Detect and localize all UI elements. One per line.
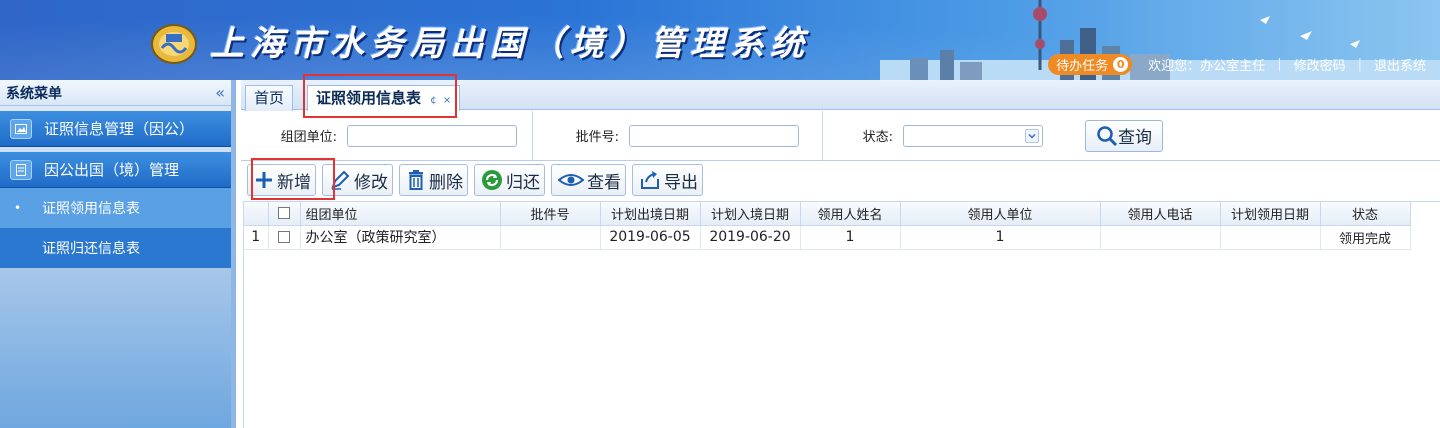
col-batch[interactable]: 批件号 (500, 202, 601, 226)
table-row[interactable]: 1 办公室（政策研究室） 2019-06-05 2019-06-20 1 1 领… (244, 225, 1411, 250)
image-icon (10, 118, 32, 139)
sidebar-item-passport-return[interactable]: 证照归还信息表 (0, 228, 231, 268)
search-button[interactable]: 查询 (1085, 119, 1163, 152)
pencil-icon (331, 170, 350, 190)
logout-link[interactable]: 退出系统 (1374, 55, 1426, 74)
cell-user-name: 1 (800, 225, 901, 250)
menu-group-label: 因公出国（境）管理 (44, 161, 180, 179)
cell-status: 领用完成 (1320, 225, 1411, 250)
sidebar-menu: 系统菜单 « 证照信息管理（因公） 因公出国（境）管理 • 证照领用信息表 证照… (0, 80, 236, 428)
tab-home[interactable]: 首页 (245, 85, 294, 111)
main-content: 首页 证照领用信息表 ¢ × 组团单位: 批件号: 状态: 查询 新增 修改 删… (241, 74, 1440, 428)
header-banner: 上海市水务局出国（境）管理系统 待办任务 0 欢迎您：办公室主任 | 修改密码 … (0, 0, 1440, 80)
menu-group-label: 证照信息管理（因公） (44, 120, 195, 138)
view-label: 查看 (587, 172, 621, 193)
data-grid: 组团单位 批件号 计划出境日期 计划入境日期 领用人姓名 领用人单位 领用人电话… (243, 201, 1440, 428)
sidebar-item-label: 证照领用信息表 (42, 201, 140, 217)
toolbar: 新增 修改 删除 归还 查看 导出 (241, 162, 1440, 198)
refresh-icon[interactable]: ¢ (430, 95, 436, 106)
passport-usage-table: 组团单位 批件号 计划出境日期 计划入境日期 领用人姓名 领用人单位 领用人电话… (244, 202, 1411, 250)
export-label: 导出 (664, 172, 698, 193)
welcome-text: 欢迎您：办公室主任 (1148, 58, 1266, 74)
cell-batch (500, 225, 601, 250)
row-checkbox[interactable] (278, 231, 290, 243)
status-filter: 状态: (823, 111, 1043, 161)
top-user-bar: 待办任务 0 欢迎您：办公室主任 | 修改密码 | 退出系统 (1048, 53, 1426, 75)
batch-label: 批件号: (575, 130, 619, 145)
cell-plan-date (1220, 225, 1321, 250)
col-unit[interactable]: 组团单位 (300, 202, 501, 226)
pending-tasks-button[interactable]: 待办任务 0 (1048, 53, 1133, 75)
sidebar-item-passport-usage[interactable]: • 证照领用信息表 (0, 188, 231, 228)
row-checkbox-cell (268, 225, 301, 250)
status-select[interactable] (903, 124, 1043, 147)
cell-exit-date: 2019-06-05 (600, 225, 701, 250)
export-button[interactable]: 导出 (632, 164, 703, 196)
row-number-header (244, 202, 269, 226)
trash-icon (409, 170, 423, 190)
add-label: 新增 (277, 172, 311, 193)
tab-passport-usage[interactable]: 证照领用信息表 ¢ × (307, 85, 461, 111)
col-user-phone[interactable]: 领用人电话 (1100, 202, 1221, 226)
table-header-row: 组团单位 批件号 计划出境日期 计划入境日期 领用人姓名 领用人单位 领用人电话… (244, 202, 1411, 226)
unit-input[interactable] (347, 124, 517, 147)
separator: | (1357, 56, 1362, 72)
cell-user-org: 1 (900, 225, 1101, 250)
unit-filter: 组团单位: (241, 110, 533, 161)
select-all-checkbox-cell (268, 202, 301, 226)
batch-input[interactable] (629, 124, 799, 147)
delete-button[interactable]: 删除 (399, 164, 468, 196)
search-form: 组团单位: 批件号: 状态: 查询 (241, 110, 1440, 161)
return-button[interactable]: 归还 (474, 164, 545, 196)
col-user-org[interactable]: 领用人单位 (900, 202, 1101, 226)
return-label: 归还 (506, 172, 540, 193)
tab-label: 证照领用信息表 (316, 89, 422, 107)
col-status[interactable]: 状态 (1320, 202, 1411, 226)
tab-label: 首页 (254, 89, 285, 107)
menu-group-passport-info[interactable]: 证照信息管理（因公） (0, 111, 231, 147)
col-entry-date[interactable]: 计划入境日期 (700, 202, 801, 226)
unit-label: 组团单位: (280, 130, 337, 145)
row-number: 1 (244, 225, 269, 250)
cell-user-phone (1100, 225, 1221, 250)
pending-tasks-label: 待办任务 (1056, 58, 1109, 74)
cell-unit: 办公室（政策研究室） (300, 225, 501, 250)
cell-entry-date: 2019-06-20 (700, 225, 801, 250)
chevron-down-icon (1025, 128, 1039, 143)
sync-arrows-icon (482, 170, 502, 190)
add-button[interactable]: 新增 (247, 164, 316, 196)
edit-button[interactable]: 修改 (322, 164, 393, 196)
status-label: 状态: (862, 130, 893, 145)
sidebar-title: 系统菜单 (6, 85, 62, 102)
col-exit-date[interactable]: 计划出境日期 (600, 202, 701, 226)
view-button[interactable]: 查看 (551, 164, 626, 196)
sidebar-header: 系统菜单 « (0, 80, 231, 106)
export-icon (641, 171, 659, 189)
close-tab-icon[interactable]: × (443, 95, 451, 106)
plus-icon (256, 172, 272, 188)
menu-group-public-travel[interactable]: 因公出国（境）管理 (0, 152, 231, 188)
select-all-checkbox[interactable] (278, 207, 290, 220)
col-plan-date[interactable]: 计划领用日期 (1220, 202, 1321, 226)
system-title: 上海市水务局出国（境）管理系统 (210, 24, 810, 64)
edit-label: 修改 (354, 172, 388, 193)
col-user-name[interactable]: 领用人姓名 (800, 202, 901, 226)
batch-filter: 批件号: (533, 110, 823, 161)
delete-label: 删除 (429, 172, 463, 193)
search-button-label: 查询 (1118, 128, 1152, 148)
water-bureau-logo-icon (151, 24, 197, 64)
separator: | (1277, 56, 1282, 72)
bullet-icon: • (14, 201, 22, 215)
change-password-link[interactable]: 修改密码 (1294, 55, 1346, 74)
pending-tasks-count: 0 (1113, 56, 1129, 72)
eye-icon (558, 174, 584, 186)
collapse-sidebar-icon[interactable]: « (215, 83, 225, 102)
document-icon (10, 159, 32, 180)
sidebar-item-label: 证照归还信息表 (42, 241, 140, 257)
search-icon (1097, 125, 1118, 146)
tab-bar: 首页 证照领用信息表 ¢ × (241, 74, 1440, 118)
